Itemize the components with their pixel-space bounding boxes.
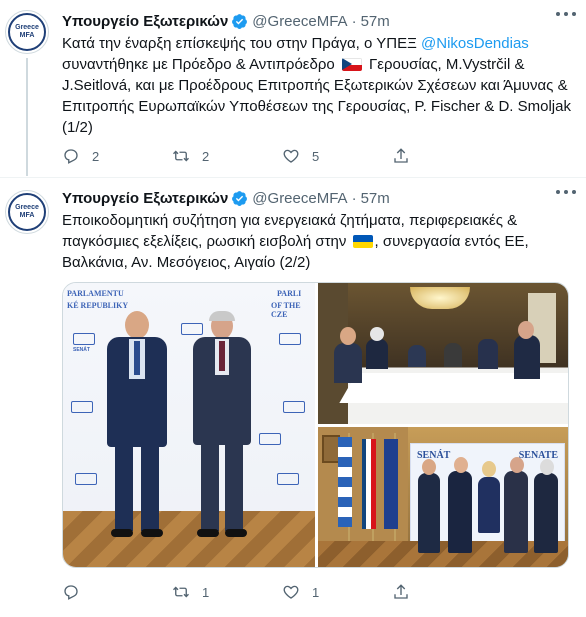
retweet-button[interactable]: 1 — [172, 582, 282, 602]
verified-badge-icon — [232, 13, 248, 29]
senate-logo — [283, 401, 305, 413]
parquet-floor — [318, 541, 568, 567]
senate-logo — [277, 473, 299, 485]
like-icon — [283, 149, 299, 163]
senate-logo — [75, 473, 97, 485]
tweet-actions: 1 1 — [62, 582, 502, 602]
chandelier — [410, 287, 470, 309]
share-button[interactable] — [392, 582, 502, 602]
avatar-line-1: Greece — [15, 24, 39, 31]
senate-logo — [73, 333, 95, 345]
retweet-icon — [173, 586, 189, 598]
account-name[interactable]: Υπουργείο Εξωτερικών — [62, 190, 228, 207]
tweet-2[interactable]: Greece MFA Υπουργείο Εξωτερικών @GreeceM… — [0, 178, 586, 617]
reply-count: 2 — [92, 148, 100, 164]
backdrop-text-line-2: KÉ REPUBLIKY — [67, 301, 129, 310]
retweet-count: 2 — [202, 148, 210, 164]
eu-flag — [384, 439, 398, 529]
retweet-count: 1 — [202, 584, 210, 600]
tweet-header: Υπουργείο Εξωτερικών @GreeceMFA · 57m — [62, 188, 390, 208]
backdrop-text-right-2: OF THE CZE — [271, 301, 301, 319]
tweet-actions: 2 2 5 — [62, 146, 502, 166]
thread-connector — [26, 58, 28, 176]
senate-logo — [71, 401, 93, 413]
share-icon — [394, 148, 408, 163]
senate-logo — [181, 323, 203, 335]
photo-two-men-senate-backdrop[interactable]: PARLAMENTU KÉ REPUBLIKY PARLI OF THE CZE… — [63, 283, 315, 567]
like-button[interactable]: 1 — [282, 582, 392, 602]
photo-grid[interactable]: PARLAMENTU KÉ REPUBLIKY PARLI OF THE CZE… — [62, 282, 569, 568]
avatar-line-2: MFA — [19, 212, 35, 219]
verified-badge-icon — [232, 190, 248, 206]
account-name[interactable]: Υπουργείο Εξωτερικών — [62, 13, 228, 30]
like-button[interactable]: 5 — [282, 146, 392, 166]
account-handle[interactable]: @GreeceMFA — [252, 13, 347, 30]
separator-dot: · — [351, 12, 357, 30]
czech-flag — [362, 439, 376, 529]
tweet-text: Εποικοδομητική συζήτηση για ενεργειακά ζ… — [62, 210, 577, 273]
reply-icon — [64, 149, 78, 164]
avatar-line-2: MFA — [19, 32, 35, 39]
tweet-header: Υπουργείο Εξωτερικών @GreeceMFA · 57m — [62, 11, 390, 31]
backdrop-text-line-1: PARLAMENTU — [67, 289, 124, 298]
like-count: 5 — [312, 148, 320, 164]
reply-button[interactable]: 2 — [62, 146, 172, 166]
timestamp[interactable]: 57m — [361, 190, 390, 207]
mfa-logo: Greece MFA — [8, 13, 46, 51]
avatar[interactable]: Greece MFA — [5, 10, 49, 54]
avatar[interactable]: Greece MFA — [5, 190, 49, 234]
separator-dot: · — [351, 189, 357, 207]
parquet-floor — [63, 511, 315, 567]
senate-logo — [259, 433, 281, 445]
more-icon[interactable] — [556, 186, 576, 198]
retweet-button[interactable]: 2 — [172, 146, 282, 166]
account-handle[interactable]: @GreeceMFA — [252, 190, 347, 207]
reply-icon — [64, 585, 78, 600]
share-icon — [394, 584, 408, 599]
senate-logo — [279, 333, 301, 345]
timestamp[interactable]: 57m — [361, 13, 390, 30]
ukraine-flag-emoji — [352, 235, 373, 248]
tweet-text-part-1: Κατά την έναρξη επίσκεψής του στην Πράγα… — [62, 35, 422, 52]
banner-senat: SENÁT — [417, 450, 451, 461]
czech-flag-emoji — [341, 58, 362, 71]
reply-button[interactable] — [62, 582, 172, 602]
backdrop-text-right-1: PARLI — [277, 289, 302, 298]
like-icon — [283, 585, 299, 599]
like-count: 1 — [312, 584, 320, 600]
retweet-icon — [173, 150, 189, 162]
tweet-text: Κατά την έναρξη επίσκεψής του στην Πράγα… — [62, 33, 577, 138]
share-button[interactable] — [392, 146, 502, 166]
mention-link[interactable]: @NikosDendias — [421, 35, 529, 52]
mfa-logo: Greece MFA — [8, 193, 46, 231]
photo-group-with-flags[interactable]: SENÁT SENATE — [318, 427, 568, 567]
tweet-text-part-2: συναντήθηκε με Πρόεδρο & Αντιπρόεδρο — [62, 56, 339, 73]
more-icon[interactable] — [556, 8, 576, 20]
avatar-line-1: Greece — [15, 204, 39, 211]
greek-flag — [338, 437, 352, 527]
banner-senate: SENATE — [518, 450, 558, 461]
photo-meeting-table[interactable] — [318, 283, 568, 424]
senate-logo-label: SENÁT — [73, 347, 90, 353]
tweet-1[interactable]: Greece MFA Υπουργείο Εξωτερικών @GreeceM… — [0, 0, 586, 178]
